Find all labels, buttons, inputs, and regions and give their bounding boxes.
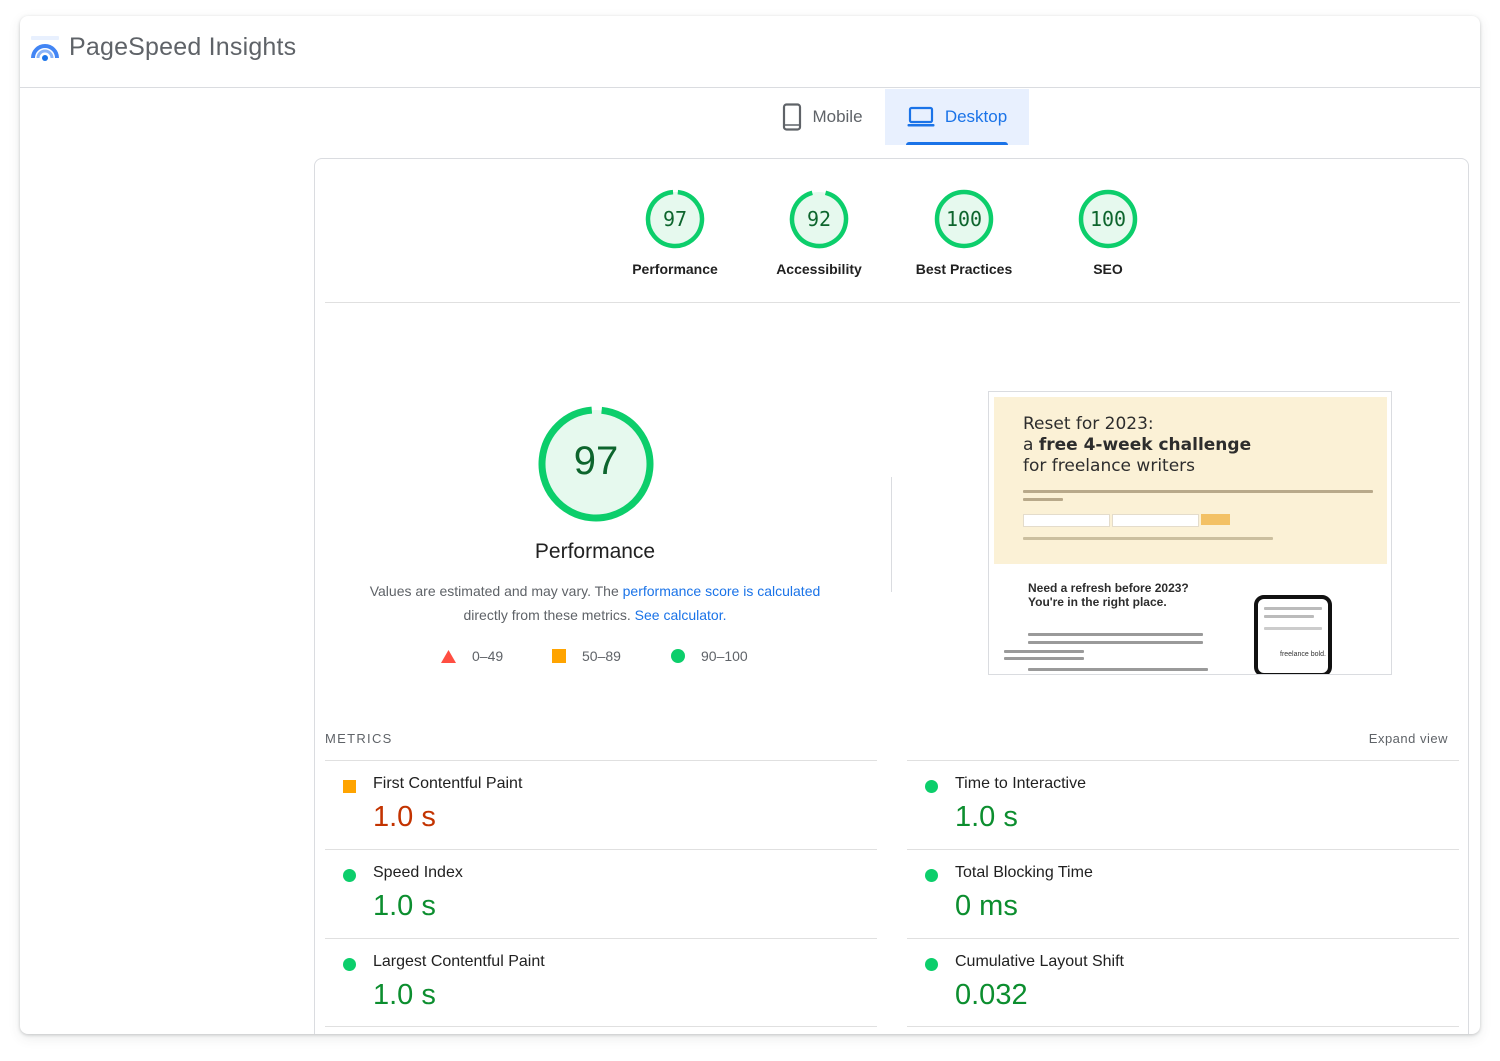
placeholder-text-line bbox=[1264, 615, 1314, 618]
metric-value: 0.032 bbox=[955, 979, 1028, 1011]
placeholder-text-line bbox=[1023, 537, 1273, 540]
metrics-heading: METRICS bbox=[325, 731, 393, 746]
metric-name: Speed Index bbox=[373, 864, 463, 881]
metric-cumulative-layout-shift[interactable]: Cumulative Layout Shift 0.032 bbox=[907, 938, 1459, 1027]
category-score: 97 bbox=[662, 207, 688, 231]
legend-range: 50–89 bbox=[582, 648, 621, 664]
pass-circle-icon bbox=[343, 869, 356, 882]
metric-name: First Contentful Paint bbox=[373, 775, 523, 792]
circle-icon bbox=[671, 649, 685, 663]
tab-selected-indicator bbox=[906, 142, 1008, 145]
triangle-icon bbox=[441, 649, 456, 663]
metric-value: 1.0 s bbox=[373, 890, 436, 922]
performance-title: Performance bbox=[534, 540, 656, 563]
category-best-practices[interactable]: 100 Best Practices bbox=[904, 189, 1024, 277]
legend-range: 0–49 bbox=[472, 648, 504, 664]
report-panel: 97 Performance 92 Accessibility 100 Best… bbox=[314, 158, 1469, 1034]
tab-desktop-label: Desktop bbox=[944, 107, 1008, 126]
screenshot-subheading: Need a refresh before 2023? You're in th… bbox=[1028, 581, 1189, 609]
category-score: 100 bbox=[945, 207, 983, 231]
metric-value: 1.0 s bbox=[373, 979, 436, 1011]
performance-description: Values are estimated and may vary. The p… bbox=[345, 579, 845, 627]
metric-speed-index[interactable]: Speed Index 1.0 s bbox=[325, 849, 877, 938]
metric-value: 0 ms bbox=[955, 890, 1018, 922]
placeholder-text-line bbox=[1028, 633, 1203, 636]
placeholder-text-line bbox=[1264, 607, 1322, 610]
category-label: Best Practices bbox=[915, 261, 1013, 277]
divider bbox=[325, 302, 1460, 303]
metric-first-contentful-paint[interactable]: First Contentful Paint 1.0 s bbox=[325, 760, 877, 849]
legend-pass: 90–100 bbox=[671, 648, 748, 664]
pagespeed-window: PageSpeed Insights Mobile Desktop 97 Per… bbox=[20, 16, 1480, 1034]
category-label: SEO bbox=[1093, 261, 1123, 277]
app-title: PageSpeed Insights bbox=[69, 33, 297, 61]
category-label: Accessibility bbox=[776, 261, 862, 277]
pass-circle-icon bbox=[343, 958, 356, 971]
category-label: Performance bbox=[632, 261, 718, 277]
screenshot-headline: for freelance writers bbox=[1023, 456, 1196, 476]
laptop-icon bbox=[907, 106, 935, 127]
tab-desktop[interactable]: Desktop bbox=[885, 89, 1029, 145]
tab-mobile[interactable]: Mobile bbox=[760, 89, 885, 145]
placeholder-text-line bbox=[1028, 641, 1203, 644]
app-header: PageSpeed Insights bbox=[20, 16, 1480, 88]
metric-total-blocking-time[interactable]: Total Blocking Time 0 ms bbox=[907, 849, 1459, 938]
category-score: 92 bbox=[806, 207, 832, 231]
metric-name: Time to Interactive bbox=[955, 775, 1087, 792]
headline-text: a bbox=[1023, 435, 1039, 455]
placeholder-button bbox=[1201, 514, 1230, 525]
pass-circle-icon bbox=[925, 958, 938, 971]
expand-view-button[interactable]: Expand view bbox=[1369, 731, 1448, 746]
average-square-icon bbox=[343, 780, 356, 793]
placeholder-input bbox=[1023, 514, 1110, 527]
phone-icon bbox=[783, 103, 802, 131]
screenshot-headline: a free 4-week challenge bbox=[1023, 435, 1251, 455]
legend-fail: 0–49 bbox=[441, 648, 503, 664]
phone-mockup: freelance bold. bbox=[1254, 595, 1332, 674]
performance-score: 97 bbox=[573, 439, 619, 483]
desc-text: Values are estimated and may vary. The bbox=[369, 583, 623, 599]
category-score: 100 bbox=[1089, 207, 1127, 231]
metric-value: 1.0 s bbox=[955, 801, 1018, 833]
phone-text: freelance bold. bbox=[1280, 651, 1326, 658]
metric-name: Total Blocking Time bbox=[955, 864, 1093, 881]
score-calculated-link[interactable]: performance score is calculated bbox=[623, 583, 821, 599]
placeholder-text-line bbox=[1028, 668, 1208, 671]
legend-average: 50–89 bbox=[552, 648, 621, 664]
desc-text: directly from these metrics. bbox=[463, 607, 635, 623]
divider bbox=[325, 1026, 877, 1027]
page-screenshot[interactable]: Reset for 2023: a free 4-week challenge … bbox=[988, 391, 1392, 675]
metric-time-to-interactive[interactable]: Time to Interactive 1.0 s bbox=[907, 760, 1459, 849]
placeholder-text-line bbox=[1023, 498, 1063, 501]
screenshot-hero: Reset for 2023: a free 4-week challenge … bbox=[994, 397, 1387, 564]
headline-bold: free 4-week challenge bbox=[1038, 435, 1252, 455]
legend-range: 90–100 bbox=[701, 648, 748, 664]
category-accessibility[interactable]: 92 Accessibility bbox=[759, 189, 879, 277]
see-calculator-link[interactable]: See calculator. bbox=[635, 607, 727, 623]
placeholder-text-line bbox=[1004, 657, 1084, 660]
square-icon bbox=[552, 649, 566, 663]
divider bbox=[907, 1026, 1459, 1027]
category-seo[interactable]: 100 SEO bbox=[1048, 189, 1168, 277]
pagespeed-logo-icon[interactable] bbox=[30, 34, 60, 64]
vertical-divider bbox=[891, 477, 892, 592]
category-performance[interactable]: 97 Performance bbox=[615, 189, 735, 277]
metric-name: Cumulative Layout Shift bbox=[955, 953, 1124, 970]
pass-circle-icon bbox=[925, 780, 938, 793]
placeholder-text-line bbox=[1023, 490, 1373, 493]
placeholder-input bbox=[1112, 514, 1199, 527]
metric-value: 1.0 s bbox=[373, 801, 436, 833]
metric-largest-contentful-paint[interactable]: Largest Contentful Paint 1.0 s bbox=[325, 938, 877, 1027]
metric-name: Largest Contentful Paint bbox=[373, 953, 545, 970]
pass-circle-icon bbox=[925, 869, 938, 882]
placeholder-text-line bbox=[1004, 650, 1084, 653]
placeholder-text-line bbox=[1264, 627, 1322, 630]
tab-mobile-label: Mobile bbox=[812, 107, 863, 126]
screenshot-headline: Reset for 2023: bbox=[1023, 414, 1154, 434]
